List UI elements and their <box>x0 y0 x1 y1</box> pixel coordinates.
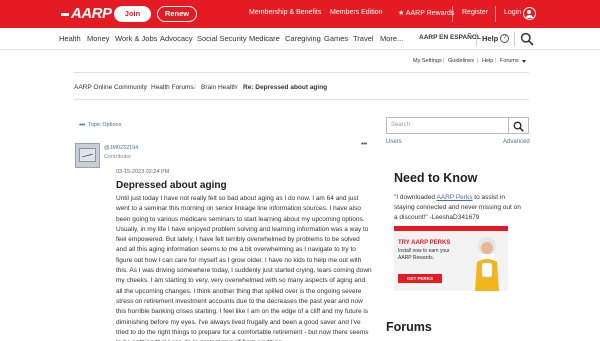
help-link[interactable]: Help <box>482 34 498 43</box>
post-body: Until just today I have not really felt … <box>116 195 372 341</box>
nav-item-work-jobs[interactable]: Work & Jobs <box>115 34 157 43</box>
breadcrumb-item[interactable]: Health Forums <box>151 84 194 91</box>
register-link[interactable]: Register <box>462 9 488 16</box>
breadcrumb-separator: / <box>144 84 146 91</box>
members-edition-link[interactable]: Members Edition <box>330 9 383 16</box>
help-icon[interactable]: ? <box>500 34 509 43</box>
top-bar: AARP Join Renew Membership & Benefits Me… <box>0 0 600 28</box>
renew-button[interactable]: Renew <box>157 6 197 22</box>
search-placeholder: Search <box>391 122 411 128</box>
search-icon[interactable] <box>520 32 534 46</box>
rewards-label: AARP Rewards <box>405 10 455 17</box>
advanced-search-link[interactable]: Advanced <box>503 139 530 145</box>
promo-text: Install now to earn your AARP Rewards. <box>398 248 450 261</box>
divider <box>495 6 496 22</box>
separator: | <box>477 58 479 64</box>
forums-section-title: Forums <box>386 320 432 334</box>
divider <box>452 6 453 22</box>
promo-person-image <box>475 237 499 291</box>
nav-item-social-security[interactable]: Social Security <box>197 34 247 43</box>
topic-options-button[interactable]: Topic Options <box>88 122 121 128</box>
breadcrumb-separator: / <box>236 84 238 91</box>
search-button[interactable] <box>509 117 529 134</box>
join-button[interactable]: Join <box>114 6 151 22</box>
main-nav: Health Money Work & Jobs Advocacy Social… <box>0 28 600 50</box>
rewards-link[interactable]: ★ AARP Rewards <box>398 9 454 17</box>
need-to-know-title: Need to Know <box>394 171 478 185</box>
divider <box>74 99 529 100</box>
login-link[interactable]: Login <box>504 9 521 16</box>
chevron-down-icon[interactable] <box>522 60 526 63</box>
account-icon[interactable] <box>523 7 536 20</box>
nav-item-games[interactable]: Games <box>324 34 348 43</box>
post-options-icon[interactable]: ••• <box>361 141 367 148</box>
breadcrumb-item[interactable]: AARP Online Community <box>74 84 147 91</box>
need-to-know-text: "I downloaded AARP Perks to assist in st… <box>394 193 524 223</box>
get-perks-button[interactable]: GET PERKS <box>398 274 442 283</box>
nav-item-money[interactable]: Money <box>87 34 110 43</box>
membership-benefits-link[interactable]: Membership & Benefits <box>249 9 321 16</box>
aarp-logo[interactable]: AARP <box>61 5 112 22</box>
breadcrumb-separator: / <box>194 84 196 91</box>
post-author[interactable]: @JM0232194 <box>104 145 138 151</box>
aarp-perks-promo[interactable]: TRY AARP PERKS Install now to earn your … <box>394 226 508 291</box>
aarp-en-espanol-link[interactable]: AARP EN ESPAÑOL <box>419 34 481 41</box>
aarp-logo-text: AARP <box>71 5 112 22</box>
promo-stripe <box>394 226 508 231</box>
nav-item-health[interactable]: Health <box>59 34 81 43</box>
nav-item-more[interactable]: More... <box>380 34 403 43</box>
nav-item-caregiving[interactable]: Caregiving <box>285 34 321 43</box>
avatar[interactable] <box>75 143 100 168</box>
users-link[interactable]: Users <box>386 139 402 145</box>
nav-item-travel[interactable]: Travel <box>353 34 374 43</box>
post-date: 03-15-2023 02:24 PM <box>116 169 170 175</box>
my-settings-link[interactable]: My Settings <box>413 58 442 64</box>
more-options-icon[interactable]: ••• <box>79 122 85 129</box>
logo-dash <box>61 12 69 16</box>
help-link-utility[interactable]: Help <box>482 58 493 64</box>
breadcrumb-item[interactable]: Brain Health <box>201 84 237 91</box>
quote-open: "I downloaded <box>394 194 437 201</box>
author-role: Contributor <box>104 154 132 160</box>
search-input[interactable]: Search <box>386 117 509 134</box>
aarp-perks-link[interactable]: AARP Perks <box>436 194 472 201</box>
divider <box>74 72 529 73</box>
divider <box>476 32 477 46</box>
separator: | <box>443 58 445 64</box>
avatar-image <box>79 148 96 162</box>
forums-dropdown[interactable]: Forums <box>500 58 519 64</box>
divider <box>514 32 515 46</box>
post-title: Depressed about aging <box>116 180 227 191</box>
star-icon: ★ <box>398 10 405 17</box>
nav-item-advocacy[interactable]: Advocacy <box>160 34 193 43</box>
separator: | <box>495 58 497 64</box>
nav-item-medicare[interactable]: Medicare <box>249 34 280 43</box>
breadcrumb-current: Re: Depressed about aging <box>243 84 328 91</box>
promo-title: TRY AARP PERKS <box>398 240 451 246</box>
guidelines-link[interactable]: Guidelines <box>448 58 474 64</box>
search-icon <box>513 121 524 132</box>
